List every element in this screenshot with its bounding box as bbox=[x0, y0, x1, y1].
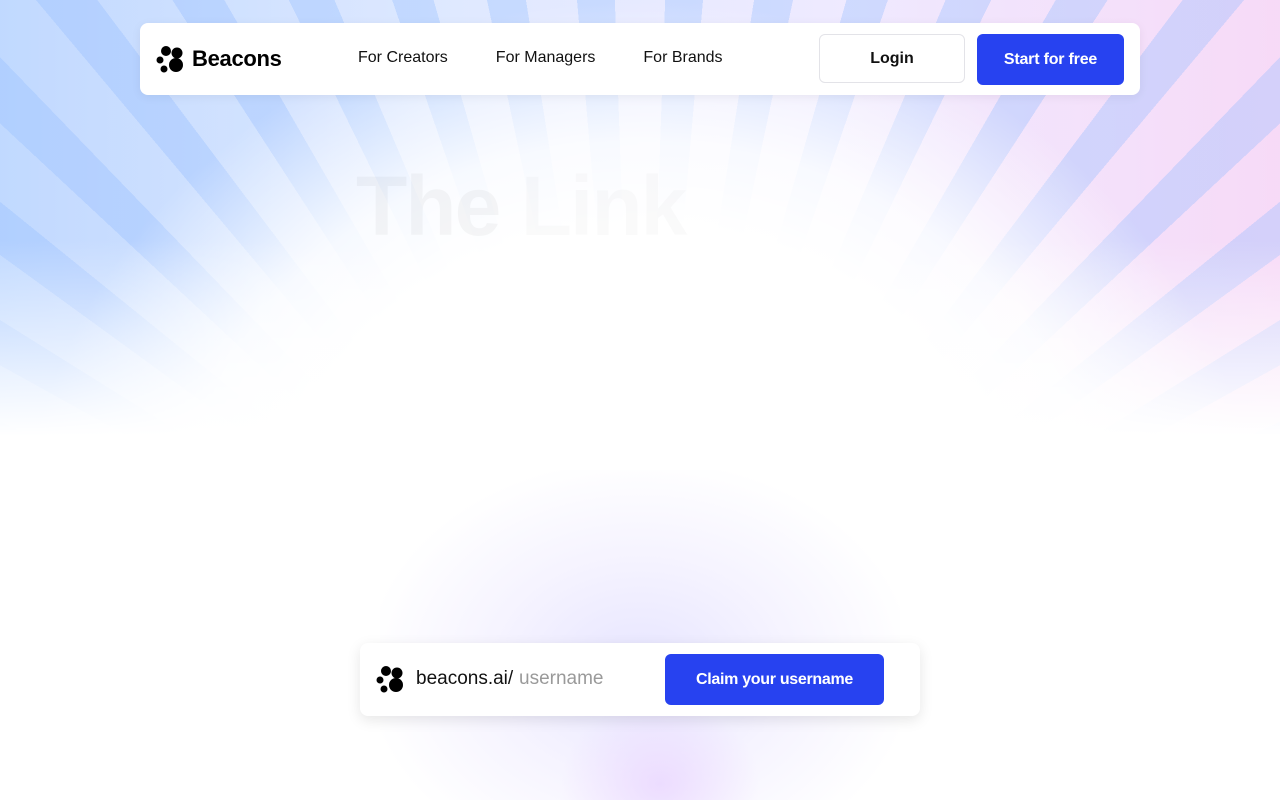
beacons-dots-icon bbox=[156, 46, 183, 73]
nav-link-for-managers[interactable]: For Managers bbox=[496, 49, 596, 67]
hero-headline: The Link bbox=[356, 158, 685, 255]
hero-headline-word-1: The bbox=[356, 159, 499, 253]
brand-logo-link[interactable]: Beacons bbox=[156, 45, 282, 73]
nav-links: For Creators For Managers For Brands bbox=[358, 49, 771, 67]
claim-username-button[interactable]: Claim your username bbox=[665, 654, 884, 705]
top-navigation: Beacons For Creators For Managers For Br… bbox=[140, 23, 1140, 95]
login-button[interactable]: Login bbox=[819, 34, 965, 83]
url-prefix: beacons.ai/ bbox=[416, 668, 514, 689]
username-input[interactable] bbox=[519, 665, 659, 693]
nav-link-for-brands[interactable]: For Brands bbox=[643, 49, 722, 67]
claim-username-box: beacons.ai/ Claim your username bbox=[360, 643, 920, 716]
beacons-dots-icon bbox=[376, 666, 403, 693]
start-for-free-button[interactable]: Start for free bbox=[977, 34, 1124, 85]
nav-link-for-creators[interactable]: For Creators bbox=[358, 49, 448, 67]
hero-headline-word-2: Link bbox=[521, 159, 686, 253]
brand-name: Beacons bbox=[192, 46, 282, 71]
